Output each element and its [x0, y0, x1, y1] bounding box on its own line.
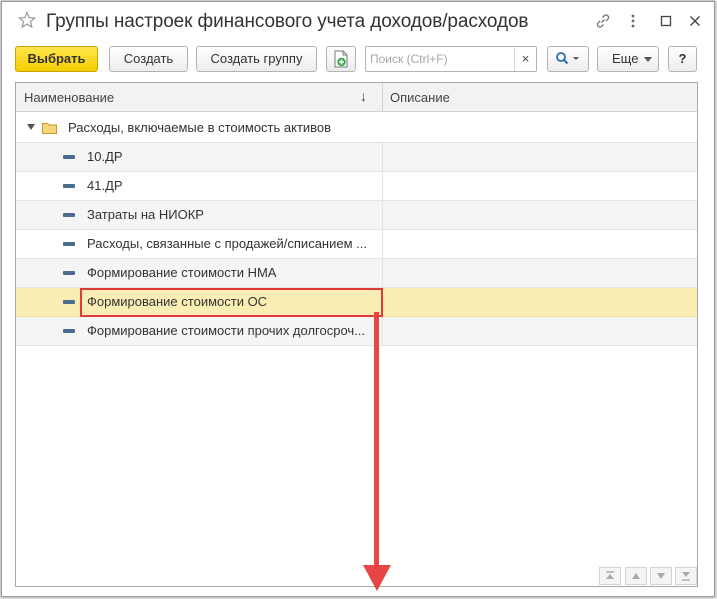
row-name: Формирование стоимости прочих долгосроч.…	[87, 323, 366, 338]
column-divider[interactable]	[382, 83, 383, 112]
item-icon	[63, 213, 75, 217]
close-icon[interactable]	[686, 12, 704, 30]
chevron-down-icon	[644, 57, 652, 62]
create-group-button[interactable]: Создать группу	[196, 46, 317, 72]
link-icon[interactable]	[594, 12, 612, 30]
group-row[interactable]: Расходы, включаемые в стоимость активов	[16, 114, 697, 143]
item-icon	[63, 329, 75, 333]
item-icon	[63, 184, 75, 188]
expand-triangle-icon[interactable]	[27, 124, 35, 130]
table-row[interactable]: Расходы, связанные с продажей/списанием …	[16, 230, 697, 259]
more-button-label: Еще	[612, 51, 639, 66]
window-title: Группы настроек финансового учета доходо…	[46, 11, 529, 32]
annotation-arrow-head	[363, 565, 391, 591]
scroll-first-icon	[606, 571, 614, 579]
table-row[interactable]: Формирование стоимости прочих долгосроч.…	[16, 317, 697, 346]
title-bar: Группы настроек финансового учета доходо…	[2, 2, 714, 42]
create-copy-button[interactable]	[326, 46, 356, 72]
highlight-annotation	[80, 288, 383, 317]
item-icon	[63, 271, 75, 275]
document-add-icon	[334, 50, 348, 68]
table-row[interactable]: Формирование стоимости НМА	[16, 259, 697, 288]
row-name: Формирование стоимости НМА	[87, 265, 277, 280]
scroll-first-button[interactable]	[599, 567, 621, 585]
scroll-up-button[interactable]	[625, 567, 647, 585]
row-name: Затраты на НИОКР	[87, 207, 204, 222]
table-row[interactable]: Затраты на НИОКР	[16, 201, 697, 230]
table-row[interactable]: 10.ДР	[16, 143, 697, 172]
maximize-icon[interactable]	[657, 12, 675, 30]
more-button[interactable]: Еще	[597, 46, 659, 72]
search-input[interactable]	[366, 47, 514, 71]
star-icon[interactable]	[18, 11, 36, 29]
group-label: Расходы, включаемые в стоимость активов	[68, 120, 332, 135]
create-button[interactable]: Создать	[109, 46, 188, 72]
scroll-down-icon	[657, 573, 665, 579]
search-icon	[556, 52, 579, 65]
search-field[interactable]: ×	[365, 46, 537, 72]
column-header-description[interactable]: Описание	[390, 90, 450, 105]
help-button[interactable]: ?	[668, 46, 697, 72]
more-vertical-icon[interactable]	[624, 12, 642, 30]
row-name: Расходы, связанные с продажей/списанием …	[87, 236, 367, 251]
table-row[interactable]: 41.ДР	[16, 172, 697, 201]
row-name: 41.ДР	[87, 178, 123, 193]
scroll-down-button[interactable]	[650, 567, 672, 585]
scroll-last-button[interactable]	[675, 567, 697, 585]
item-icon	[63, 155, 75, 159]
search-clear-button[interactable]: ×	[514, 47, 536, 71]
groups-table: Наименование ↓ Описание Расходы, включае…	[15, 82, 698, 587]
table-header: Наименование ↓ Описание	[16, 83, 697, 112]
sort-down-icon[interactable]: ↓	[360, 88, 367, 104]
scroll-last-icon	[682, 572, 690, 581]
scroll-up-icon	[632, 573, 640, 579]
item-icon	[63, 300, 75, 304]
annotation-arrow-shaft	[374, 312, 379, 574]
item-icon	[63, 242, 75, 246]
folder-icon	[42, 123, 57, 134]
column-header-name[interactable]: Наименование	[24, 90, 114, 105]
select-button[interactable]: Выбрать	[15, 46, 98, 72]
row-name: 10.ДР	[87, 149, 123, 164]
search-options-button[interactable]	[547, 46, 589, 72]
